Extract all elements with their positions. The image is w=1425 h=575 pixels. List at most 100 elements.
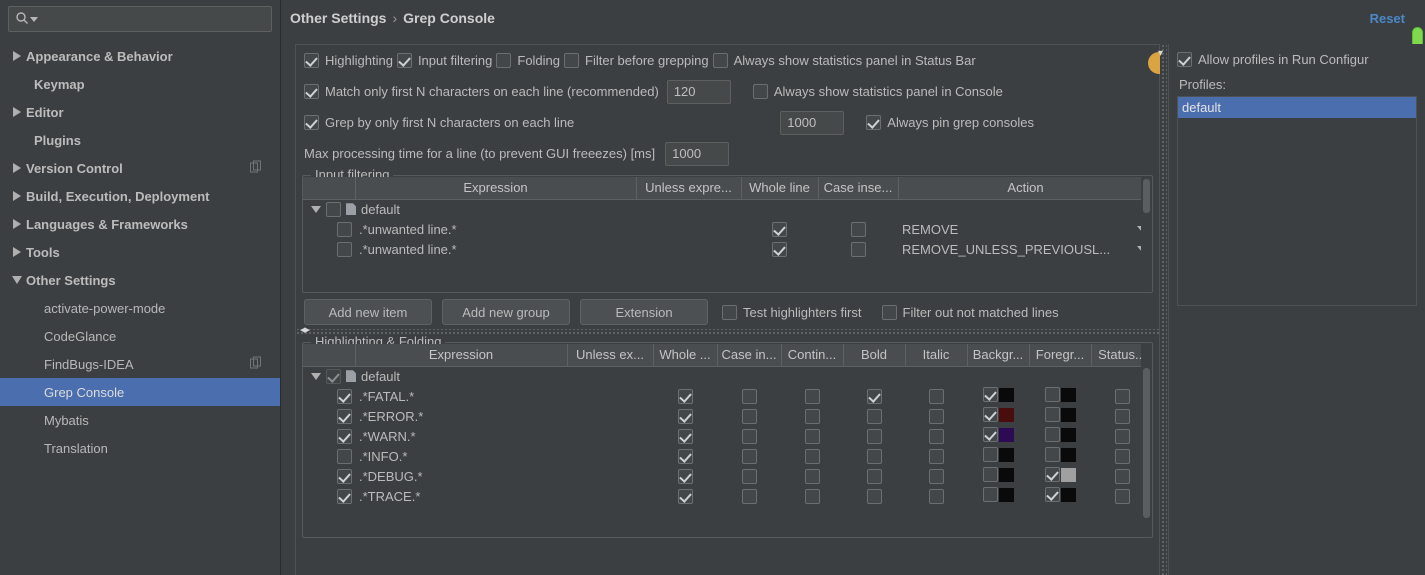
row-enabled-cell[interactable]: [303, 219, 355, 239]
chevron-down-icon[interactable]: [8, 276, 26, 284]
chevron-right-icon[interactable]: [8, 107, 26, 117]
row-status-checkbox[interactable]: [1114, 409, 1130, 425]
row-case-insensitive-cell[interactable]: [717, 466, 781, 486]
outer-splitter-handle-icon[interactable]: ▾: [1158, 49, 1163, 59]
row-background-color-swatch[interactable]: [998, 467, 1014, 482]
row-enabled-checkbox[interactable]: [337, 449, 352, 465]
row-italic-cell[interactable]: [905, 386, 967, 406]
row-bold-cell[interactable]: [843, 466, 905, 486]
row-action-combobox[interactable]: REMOVE: [898, 222, 1152, 237]
row-italic-checkbox[interactable]: [928, 409, 944, 425]
row-whole-line-checkbox[interactable]: [772, 222, 787, 238]
column-header-select[interactable]: [303, 177, 356, 200]
row-whole-cell[interactable]: [653, 386, 717, 406]
row-case-insensitive-cell[interactable]: [818, 239, 898, 259]
match-first-n-checkbox[interactable]: [304, 84, 319, 99]
row-foreground-checkbox[interactable]: [1044, 467, 1060, 482]
row-expression[interactable]: .*FATAL.*: [355, 386, 567, 406]
sidebar-item-languages-frameworks[interactable]: Languages & Frameworks: [0, 210, 280, 238]
chevron-right-icon[interactable]: [8, 219, 26, 229]
column-header-whole-line[interactable]: Whole line: [741, 177, 819, 200]
table-row[interactable]: .*WARN.*: [303, 426, 1152, 446]
table-row[interactable]: .*TRACE.*: [303, 486, 1152, 506]
row-case-insensitive-checkbox[interactable]: [850, 242, 866, 258]
row-background-checkbox[interactable]: [982, 387, 998, 402]
row-continue-checkbox[interactable]: [804, 389, 820, 405]
row-bold-checkbox[interactable]: [866, 469, 882, 485]
always-pin-consoles-checkbox[interactable]: [866, 115, 882, 130]
column-header-case-inse[interactable]: Case inse...: [818, 177, 899, 200]
splitter-handle-icon[interactable]: ◂▸: [300, 325, 310, 336]
row-action-combobox[interactable]: REMOVE_UNLESS_PREVIOUSL...: [898, 242, 1152, 257]
row-bold-checkbox[interactable]: [866, 489, 882, 505]
row-whole-checkbox[interactable]: [677, 489, 693, 505]
scrollbar-thumb[interactable]: [1143, 179, 1150, 213]
column-header-expression[interactable]: Expression: [355, 344, 568, 367]
row-bold-cell[interactable]: [843, 406, 905, 426]
option-always-show-statistics-panel-in-status-bar-checkbox[interactable]: [712, 53, 728, 68]
row-background-cell[interactable]: [967, 426, 1029, 446]
chevron-right-icon[interactable]: [8, 247, 26, 257]
row-background-color-swatch[interactable]: [998, 387, 1014, 402]
row-whole-cell[interactable]: [653, 406, 717, 426]
row-unless-cell[interactable]: [567, 486, 653, 506]
row-status-checkbox[interactable]: [1114, 469, 1130, 485]
allow-profiles-checkbox[interactable]: [1177, 52, 1192, 67]
row-continue-checkbox[interactable]: [804, 489, 820, 505]
row-continue-checkbox[interactable]: [804, 429, 820, 445]
row-background-color-swatch[interactable]: [998, 427, 1014, 442]
row-unless-cell[interactable]: [636, 219, 741, 239]
row-bold-checkbox[interactable]: [866, 449, 882, 465]
row-unless-cell[interactable]: [567, 446, 653, 466]
row-bold-cell[interactable]: [843, 386, 905, 406]
table-group-row[interactable]: default: [303, 366, 1152, 386]
row-bold-checkbox[interactable]: [866, 429, 882, 445]
row-case-insensitive-checkbox[interactable]: [741, 429, 757, 445]
row-background-checkbox[interactable]: [982, 407, 998, 422]
option-highlighting-checkbox[interactable]: [304, 53, 319, 68]
option-input-filtering-checkbox[interactable]: [396, 53, 412, 68]
column-header-foregr[interactable]: Foregr...: [1029, 344, 1092, 367]
row-status-checkbox[interactable]: [1114, 449, 1130, 465]
group-enabled-checkbox[interactable]: [326, 368, 341, 384]
row-unless-cell[interactable]: [567, 386, 653, 406]
column-header-backgr[interactable]: Backgr...: [967, 344, 1030, 367]
row-enabled-checkbox[interactable]: [337, 222, 352, 238]
option-folding-checkbox[interactable]: [496, 53, 512, 68]
row-italic-checkbox[interactable]: [928, 449, 944, 465]
row-italic-cell[interactable]: [905, 446, 967, 466]
search-dropdown-caret-icon[interactable]: [30, 16, 38, 22]
row-enabled-cell[interactable]: [303, 239, 355, 259]
stats-panel-console-checkbox[interactable]: [752, 84, 768, 99]
row-foreground-checkbox[interactable]: [1044, 427, 1060, 442]
sidebar-item-tools[interactable]: Tools: [0, 238, 280, 266]
row-expression[interactable]: .*INFO.*: [355, 446, 567, 466]
row-bold-cell[interactable]: [843, 486, 905, 506]
row-whole-cell[interactable]: [653, 466, 717, 486]
filter-out-not-matched-lines-checkbox[interactable]: [881, 304, 897, 320]
search-input[interactable]: [38, 10, 265, 28]
row-bold-checkbox[interactable]: [866, 409, 882, 425]
row-whole-cell[interactable]: [653, 446, 717, 466]
row-foreground-color-swatch[interactable]: [1060, 447, 1076, 462]
reset-link[interactable]: Reset: [1370, 11, 1405, 26]
table-row[interactable]: .*unwanted line.* REMOVE_UNLESS_PREVIOUSL…: [303, 239, 1152, 259]
row-case-insensitive-checkbox[interactable]: [741, 469, 757, 485]
row-background-color-swatch[interactable]: [998, 407, 1014, 422]
column-header-select[interactable]: [303, 344, 356, 367]
row-unless-cell[interactable]: [567, 426, 653, 446]
grep-first-n-value[interactable]: 1000: [780, 110, 845, 135]
row-case-insensitive-checkbox[interactable]: [850, 222, 866, 238]
row-enabled-checkbox[interactable]: [337, 429, 352, 445]
row-continue-checkbox[interactable]: [804, 449, 820, 465]
row-action-cell[interactable]: REMOVE_UNLESS_PREVIOUSL...: [898, 239, 1152, 259]
profile-list-item[interactable]: default: [1178, 97, 1416, 118]
row-italic-checkbox[interactable]: [928, 429, 944, 445]
sidebar-item-codeglance[interactable]: CodeGlance: [0, 322, 280, 350]
row-unless-cell[interactable]: [567, 406, 653, 426]
row-foreground-checkbox[interactable]: [1044, 407, 1060, 422]
table-row[interactable]: .*ERROR.*: [303, 406, 1152, 426]
row-background-checkbox[interactable]: [982, 467, 998, 482]
row-foreground-checkbox[interactable]: [1044, 387, 1060, 402]
row-bold-checkbox[interactable]: [866, 389, 882, 405]
